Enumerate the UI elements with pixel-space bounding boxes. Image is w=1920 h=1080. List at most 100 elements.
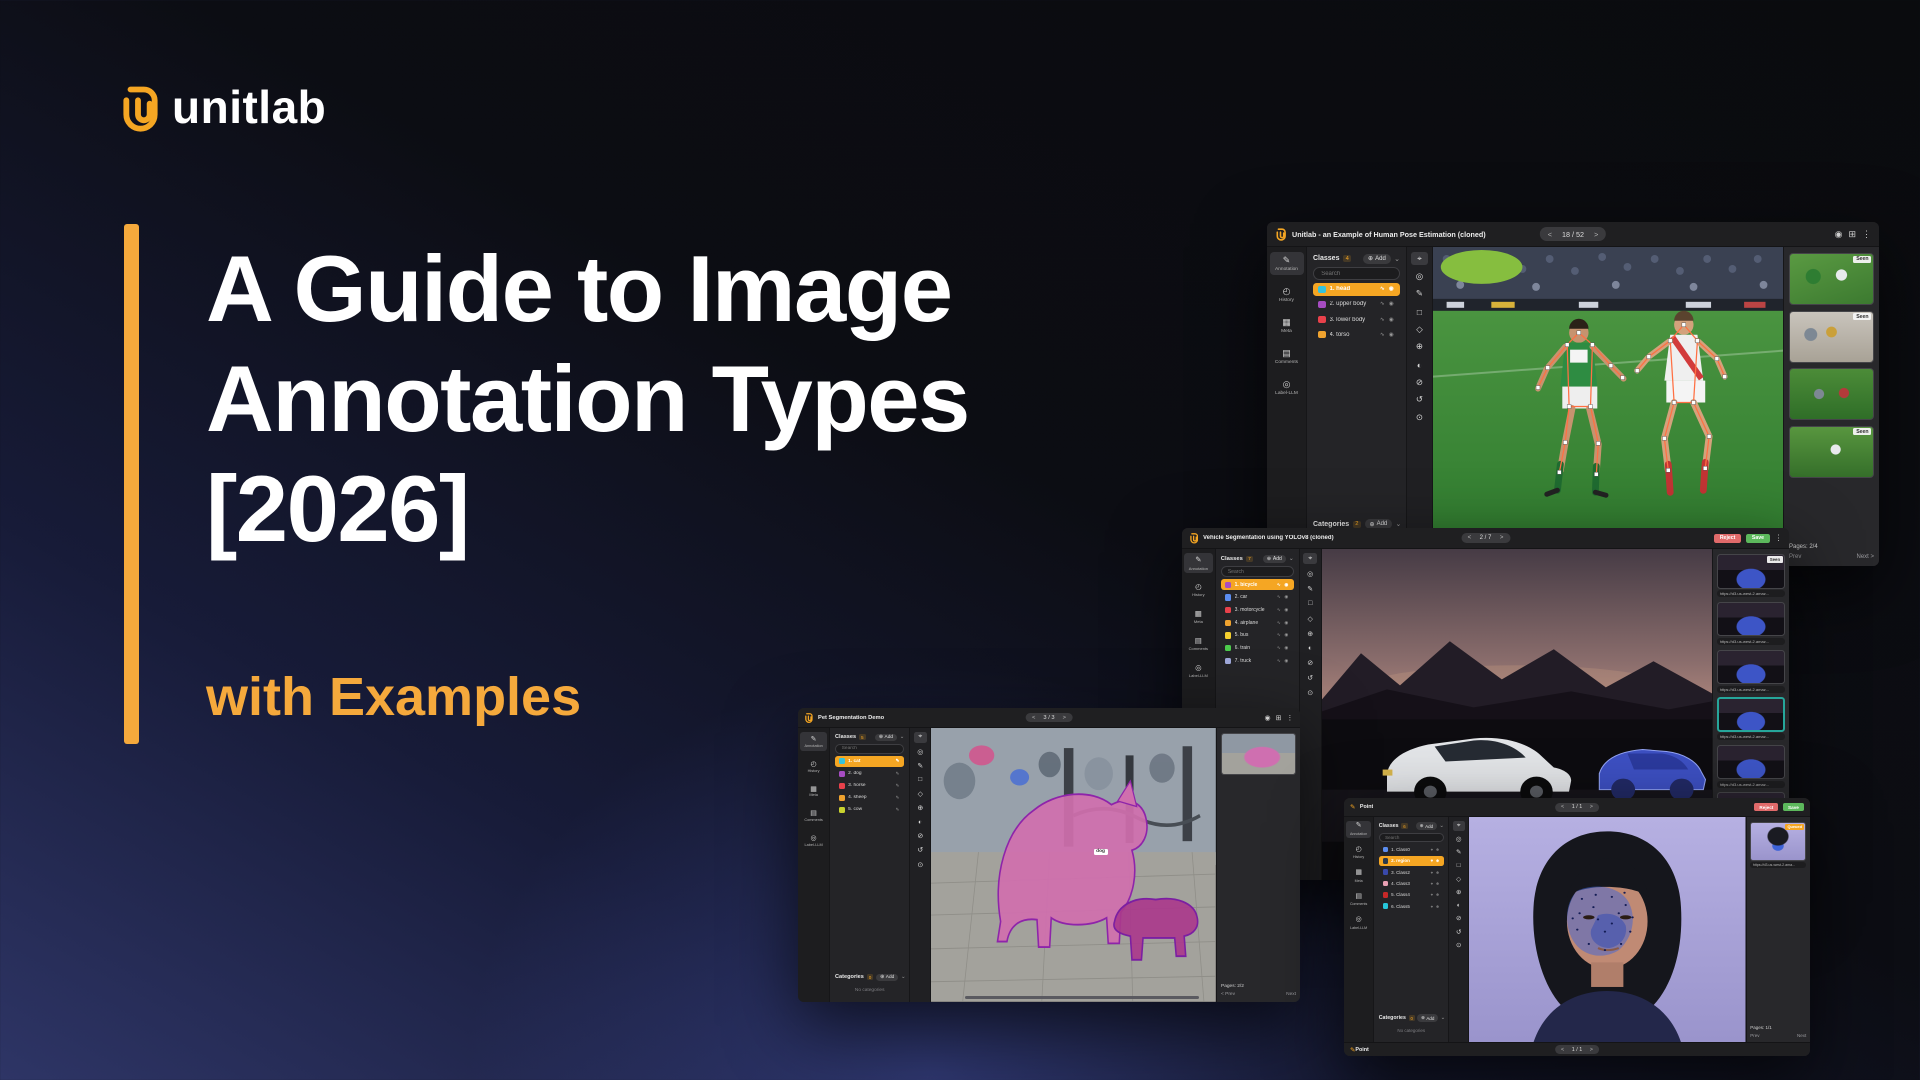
class-row-icons[interactable]: ∿ ◉ [1380, 301, 1395, 307]
class-row-icons[interactable]: ✎ [896, 807, 901, 813]
thumbnail[interactable] [1789, 368, 1874, 420]
pen-tool[interactable]: ✎ [1303, 583, 1317, 594]
undo-tool[interactable]: ↺ [1303, 672, 1317, 683]
next-page-arrow[interactable]: > [1590, 1047, 1593, 1053]
thumbnail-image[interactable]: Seen [1789, 253, 1874, 305]
class-row-icons[interactable]: ✎ [896, 795, 901, 801]
prev-image-arrow[interactable]: < [1561, 804, 1564, 810]
add-class-button[interactable]: ⊕Add [1416, 822, 1437, 830]
next-image-arrow[interactable]: > [1500, 535, 1504, 541]
class-row[interactable]: 6. train ∿ ◉ [1221, 643, 1294, 654]
brush-tool[interactable]: ◐ [1453, 900, 1465, 910]
class-row-icons[interactable]: ∿ ◉ [1277, 645, 1290, 651]
bbox-tool[interactable]: □ [1411, 305, 1427, 318]
thumbnail[interactable]: https://d3.us-west-2.amaz... [1717, 745, 1785, 788]
kebab-menu-icon[interactable]: ⋮ [1862, 230, 1871, 239]
class-row[interactable]: 3. Class2 ⌖ ⊕ [1379, 867, 1444, 877]
eye-icon[interactable]: ◉ [1265, 714, 1271, 721]
class-row-icons[interactable]: ✎ [896, 771, 901, 777]
class-search-input[interactable] [1313, 267, 1400, 280]
zoom-tool[interactable]: ⊙ [1303, 687, 1317, 698]
thumbnail[interactable]: Seen [1789, 311, 1874, 363]
sidebar-item-history[interactable]: ◴ History [1184, 580, 1213, 600]
class-row[interactable]: 3. motorcycle ∿ ◉ [1221, 605, 1294, 616]
polygon-tool[interactable]: ◇ [1303, 613, 1317, 624]
save-button[interactable]: Save [1783, 803, 1804, 811]
sidebar-item-history[interactable]: ◴ History [1270, 283, 1304, 306]
polygon-tool[interactable]: ◇ [1411, 323, 1427, 336]
class-row[interactable]: 2. upper body ∿ ◉ [1313, 298, 1400, 311]
thumbnail[interactable]: https://d3.us-west-2.amaz... [1717, 650, 1785, 693]
move-tool[interactable]: ⌖ [1453, 821, 1465, 831]
class-row-icons[interactable]: ∿ ◉ [1277, 632, 1290, 638]
bbox-tool[interactable]: □ [914, 775, 927, 786]
next-image-arrow[interactable]: > [1063, 715, 1066, 721]
undo-tool[interactable]: ↺ [914, 845, 927, 856]
sidebar-item-label-llm[interactable]: ◎ Label-LLM [800, 831, 827, 849]
erase-tool[interactable]: ⊘ [1303, 657, 1317, 668]
class-search-input[interactable] [1379, 833, 1444, 842]
class-row[interactable]: 1. cat ✎ [835, 756, 904, 766]
class-row-icons[interactable]: ∿ ◉ [1380, 317, 1395, 323]
move-tool[interactable]: ⌖ [1303, 553, 1317, 564]
thumbnail[interactable]: Queued https://d3.us-west-2.ama... [1750, 822, 1806, 868]
chevron-down-icon[interactable]: ⌄ [1441, 1015, 1445, 1021]
dog-label-tag[interactable]: dog [1094, 849, 1108, 855]
class-row-icons[interactable]: ∿ ◉ [1380, 332, 1395, 338]
sidebar-item-label-llm[interactable]: ◎ Label-LLM [1184, 661, 1213, 681]
class-row-icons[interactable]: ⌖ ⊕ [1431, 892, 1440, 897]
prev-button[interactable]: Prev [1750, 1033, 1759, 1038]
zoom-tool[interactable]: ⊙ [1453, 940, 1465, 950]
annotation-canvas-pose[interactable] [1433, 247, 1783, 566]
thumbnail-image[interactable] [1221, 733, 1296, 775]
prev-image-arrow[interactable]: < [1032, 715, 1035, 721]
sidebar-item-history[interactable]: ◴ History [800, 757, 827, 775]
add-point-tool[interactable]: ⊕ [1453, 887, 1465, 897]
chevron-down-icon[interactable]: ⌄ [901, 974, 906, 980]
thumbnail-image[interactable] [1789, 368, 1874, 420]
pen-tool[interactable]: ✎ [914, 760, 927, 771]
undo-tool[interactable]: ↺ [1453, 927, 1465, 937]
class-row[interactable]: 6. Class5 ⌖ ⊕ [1379, 901, 1444, 911]
class-row-icons[interactable]: ✎ [896, 783, 901, 789]
class-row[interactable]: 5. Class4 ⌖ ⊕ [1379, 890, 1444, 900]
sidebar-item-label-llm[interactable]: ◎ Label-LLM [1270, 376, 1304, 399]
bbox-tool[interactable]: □ [1303, 598, 1317, 609]
class-row[interactable]: 4. torso ∿ ◉ [1313, 328, 1400, 341]
class-row-icons[interactable]: ∿ ◉ [1277, 620, 1290, 626]
add-category-button[interactable]: ⊕Add [876, 974, 898, 981]
class-row[interactable]: 1. head ∿ ◉ [1313, 283, 1400, 296]
bbox-tool[interactable]: □ [1453, 861, 1465, 871]
target-tool[interactable]: ◎ [1453, 834, 1465, 844]
sidebar-item-comments[interactable]: ▤ Comments [1184, 634, 1213, 654]
erase-tool[interactable]: ⊘ [914, 831, 927, 842]
add-class-button[interactable]: ⊕Add [1263, 555, 1286, 563]
chevron-down-icon[interactable]: ⌄ [1439, 823, 1443, 829]
next-image-arrow[interactable]: > [1590, 804, 1593, 810]
class-row-icons[interactable]: ⌖ ⊕ [1431, 847, 1440, 852]
kebab-menu-icon[interactable]: ⋮ [1286, 714, 1293, 721]
target-tool[interactable]: ◎ [1303, 568, 1317, 579]
brush-tool[interactable]: ◐ [914, 817, 927, 828]
next-button[interactable]: Next [1797, 1033, 1806, 1038]
sidebar-item-meta[interactable]: ▦ Meta [800, 782, 827, 800]
class-row[interactable]: 2. region ⌖ ⊕ [1379, 856, 1444, 866]
add-class-button[interactable]: ⊕Add [1363, 254, 1390, 264]
sidebar-item-label-llm[interactable]: ◎ Label-LLM [1346, 915, 1372, 933]
class-row-icons[interactable]: ⌖ ⊕ [1431, 904, 1440, 909]
sidebar-item-comments[interactable]: ▤ Comments [1270, 345, 1304, 368]
thumbnail[interactable]: https://d3.us-west-2.amaz... [1717, 602, 1785, 645]
class-row[interactable]: 3. lower body ∿ ◉ [1313, 313, 1400, 326]
zoom-tool[interactable]: ⊙ [914, 859, 927, 870]
thumbnail-image[interactable]: Seen [1789, 311, 1874, 363]
add-category-button[interactable]: ⊕Add [1417, 1014, 1438, 1022]
grid-icon[interactable]: ⊞ [1848, 230, 1856, 239]
class-row-icons[interactable]: ∿ ◉ [1277, 658, 1290, 664]
sidebar-item-meta[interactable]: ▦ Meta [1184, 607, 1213, 627]
class-search-input[interactable] [835, 744, 904, 754]
chevron-down-icon[interactable]: ⌄ [1396, 520, 1402, 528]
brush-tool[interactable]: ◐ [1411, 358, 1427, 371]
class-row-icons[interactable]: ∿ ◉ [1277, 607, 1290, 613]
sidebar-item-comments[interactable]: ▤ Comments [800, 807, 827, 825]
target-tool[interactable]: ◎ [1411, 270, 1427, 283]
